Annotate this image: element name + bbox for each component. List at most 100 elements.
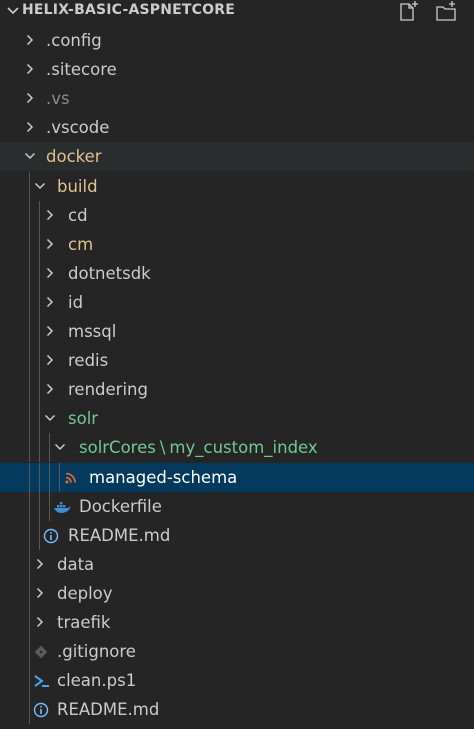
indent-guide [29,695,30,725]
tree-item-label: dotnetsdk [68,263,151,283]
folder-item-data[interactable]: data [0,549,474,579]
chevron-right-icon[interactable] [24,92,36,104]
docker-icon [54,501,71,513]
indent-guide [29,229,30,259]
folder-item-config[interactable]: .config [0,26,474,55]
file-item-readme-md[interactable]: README.md [0,520,474,550]
rss-icon [65,472,76,483]
chevron-right-icon[interactable] [44,325,56,337]
compact-folder-separator: \ [159,438,166,458]
folder-item-cm[interactable]: cm [0,229,474,259]
tree-item-label: README.md [57,700,160,720]
new-folder-icon[interactable] [434,0,458,22]
folder-item-sitecore[interactable]: .sitecore [0,55,474,84]
tree-item-label: .sitecore [46,60,117,80]
indent-guide [29,578,30,608]
file-item-clean-ps1[interactable]: clean.ps1 [0,666,474,696]
new-file-icon[interactable] [396,0,420,22]
tree-item-label: Dockerfile [79,496,162,516]
indent-guide [49,491,50,521]
folder-item-rendering[interactable]: rendering [0,375,474,405]
indent-guide [59,462,60,492]
tree-item-label: rendering [68,380,148,400]
indent-guide [39,491,40,521]
chevron-right-icon[interactable] [44,267,56,279]
indent-guide [29,637,30,667]
folder-item-build[interactable]: build [0,171,474,201]
folder-item-solr[interactable]: solr [0,404,474,434]
tree-item-label: cm [68,234,94,254]
indent-guide [39,520,40,550]
tree-item-label: redis [68,351,109,371]
tree-item-label: cd [68,205,88,225]
folder-item-docker[interactable]: docker [0,142,474,172]
chevron-right-icon[interactable] [44,383,56,395]
chevron-right-icon[interactable] [24,63,36,75]
indent-guide [39,200,40,230]
file-item-readme-md[interactable]: README.md [0,695,474,725]
info-icon [33,703,49,718]
tree-item-label: clean.ps1 [57,671,137,691]
tree-item-label: build [57,176,98,196]
folder-item-mssql[interactable]: mssql [0,317,474,346]
indent-guide [29,171,30,201]
info-icon [43,528,59,543]
indent-guide [49,433,50,463]
chevron-down-icon[interactable] [24,150,36,162]
file-item-managed-schema[interactable]: managed-schema [0,462,474,492]
tree-item-label: traefik [57,613,111,632]
tree-item-label-secondary[interactable]: my_custom_index [169,433,317,462]
explorer-section-header[interactable]: HELIX-BASIC-ASPNETCORE [0,0,474,22]
chevron-right-icon[interactable] [44,354,56,366]
indent-guide [39,375,40,405]
chevron-down-icon[interactable] [44,412,56,424]
indent-guide [39,404,40,434]
folder-item-redis[interactable]: redis [0,346,474,376]
indent-guide [29,549,30,579]
folder-item-traefik[interactable]: traefik [0,608,474,637]
tree-item-label: .config [46,31,102,50]
chevron-right-icon[interactable] [34,587,46,599]
indent-guide [39,258,40,288]
folder-item-cd[interactable]: cd [0,200,474,230]
powershell-icon [34,675,49,688]
folder-item-vs[interactable]: .vs [0,84,474,113]
folder-item-dotnetsdk[interactable]: dotnetsdk [0,258,474,288]
indent-guide [39,229,40,259]
tree-item-label: managed-schema [89,467,238,487]
folder-item-deploy[interactable]: deploy [0,578,474,608]
tree-item-label: .vscode [46,118,110,138]
indent-guide [29,666,30,696]
chevron-right-icon[interactable] [44,209,56,221]
indent-guide [29,520,30,550]
indent-guide [29,375,30,405]
indent-guide [29,462,30,492]
chevron-right-icon[interactable] [44,238,56,250]
indent-guide [29,491,30,521]
tree-item-label: mssql [68,322,117,341]
git-icon [34,645,48,659]
file-item-gitignore[interactable]: .gitignore [0,637,474,667]
indent-guide [39,287,40,317]
folder-item-solrcores[interactable]: solrCores \ my_custom_index [0,433,474,463]
indent-guide [29,404,30,434]
folder-item-id[interactable]: id [0,287,474,317]
tree-item-label: deploy [57,583,113,603]
chevron-right-icon[interactable] [34,616,46,628]
indent-guide [39,346,40,376]
chevron-right-icon[interactable] [24,121,36,133]
folder-item-vscode[interactable]: .vscode [0,113,474,142]
file-item-dockerfile[interactable]: Dockerfile [0,491,474,521]
tree-item-label: solrCores [79,438,156,458]
chevron-down-icon[interactable] [54,441,66,453]
chevron-down-icon[interactable] [6,2,20,20]
chevron-right-icon[interactable] [24,34,36,46]
chevron-right-icon[interactable] [34,558,46,570]
indent-guide [29,346,30,376]
chevron-down-icon[interactable] [34,180,46,192]
tree-item-label: .vs [46,89,70,109]
tree-item-label: data [57,554,95,574]
indent-guide [39,317,40,346]
chevron-right-icon[interactable] [44,296,56,308]
indent-guide [29,200,30,230]
